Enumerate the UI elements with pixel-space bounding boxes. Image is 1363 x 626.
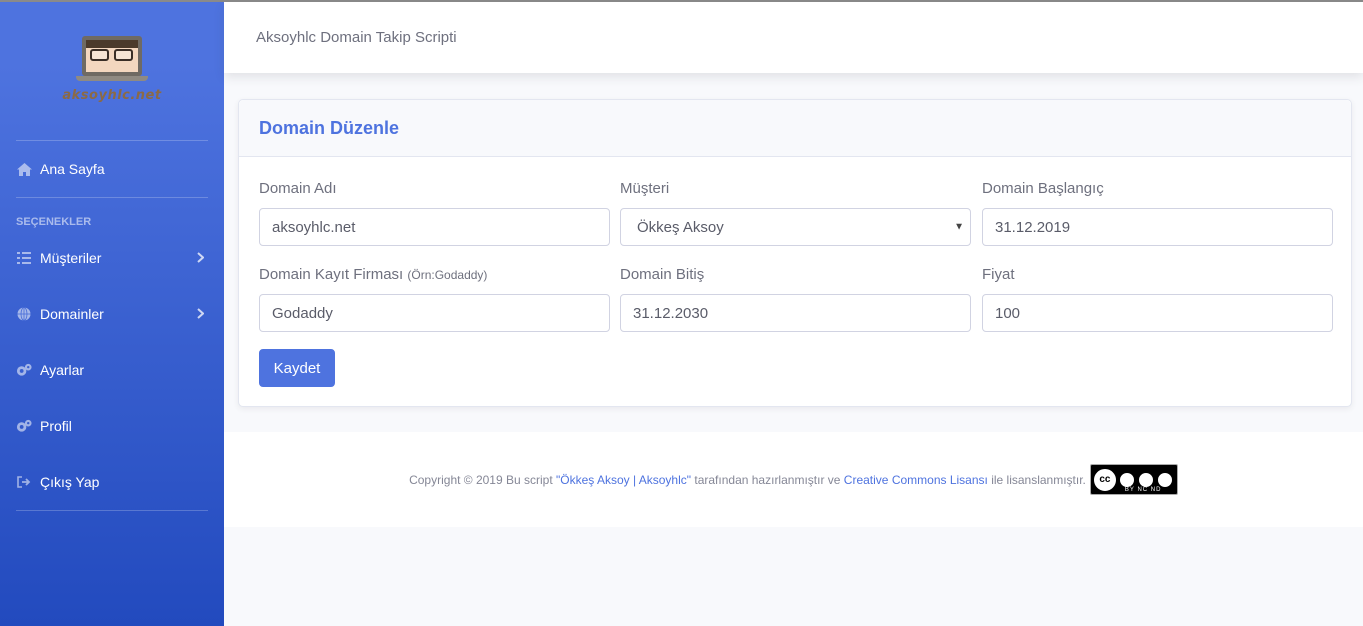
dropdown-caret-icon: ▼ (954, 221, 964, 233)
sidebar-item-label: Çıkış Yap (40, 474, 100, 490)
price-label: Fiyat (982, 266, 1015, 283)
sidebar-item-ayarlar[interactable]: Ayarlar (0, 342, 224, 398)
sidebar-item-domainler[interactable]: Domainler (0, 286, 224, 342)
price-input[interactable]: 100 (982, 294, 1333, 332)
registrar-label: Domain Kayıt Firması (Örn:Godaddy) (259, 266, 610, 283)
card-header: Domain Düzenle (239, 100, 1351, 157)
cogs-icon (16, 363, 32, 377)
end-date-label: Domain Bitiş (620, 266, 705, 283)
end-date-input[interactable]: 31.12.2030 (620, 294, 971, 332)
list-icon (16, 251, 32, 265)
sidebar-item-label: Domainler (40, 306, 104, 322)
customer-selected-value: Ökkeş Aksoy (637, 218, 724, 236)
registrar-value: Godaddy (272, 304, 333, 322)
footer-suffix-text: ile lisanslanmıştır. (987, 472, 1086, 487)
footer-middle-text: tarafından hazırlanmıştır ve (691, 472, 844, 487)
sidebar: aksoyhlc.net Ana Sayfa SEÇENEKLER Müşter… (0, 2, 224, 626)
price-field-group: Fiyat 100 (982, 266, 1333, 332)
sidebar-item-profil[interactable]: Profil (0, 398, 224, 454)
home-icon (16, 162, 32, 176)
author-link[interactable]: "Ökkeş Aksoy | Aksoyhlc" (556, 473, 691, 487)
sign-out-icon (16, 475, 32, 489)
by-icon (1118, 471, 1135, 488)
sidebar-item-label: Profil (40, 418, 72, 434)
nc-icon (1137, 471, 1154, 488)
sidebar-item-label: Ana Sayfa (40, 161, 105, 177)
registrar-input[interactable]: Godaddy (259, 294, 610, 332)
sidebar-heading: SEÇENEKLER (16, 216, 92, 228)
chevron-right-icon (197, 306, 205, 322)
end-date-field-group: Domain Bitiş 31.12.2030 (620, 266, 971, 332)
price-value: 100 (995, 304, 1021, 322)
chevron-right-icon (197, 250, 205, 266)
nd-icon (1156, 471, 1173, 488)
cc-icon: cc (1093, 468, 1116, 491)
logo-image (76, 36, 148, 84)
cogs-icon (16, 419, 32, 433)
copyright-text: Copyright © 2019 Bu script (409, 472, 557, 487)
domain-name-input[interactable]: aksoyhlc.net (259, 208, 610, 246)
globe-icon (16, 307, 32, 321)
creative-commons-badge[interactable]: cc BY NC ND (1089, 464, 1178, 495)
sidebar-divider (16, 510, 208, 511)
brand-logo[interactable]: aksoyhlc.net (0, 2, 224, 140)
customer-label: Müşteri (620, 180, 670, 197)
domain-edit-card: Domain Düzenle Domain Adı aksoyhlc.net M… (238, 99, 1352, 407)
logo-text: aksoyhlc.net (62, 88, 162, 103)
customer-field-group: Müşteri Ökkeş Aksoy ▼ (620, 180, 971, 246)
registrar-hint: (Örn:Godaddy) (407, 268, 488, 282)
start-date-value: 31.12.2019 (995, 218, 1071, 236)
card-title: Domain Düzenle (259, 117, 400, 138)
sidebar-item-label: Müşteriler (40, 250, 102, 266)
sidebar-item-musteriler[interactable]: Müşteriler (0, 230, 224, 286)
registrar-label-text: Domain Kayıt Firması (259, 266, 404, 283)
registrar-field-group: Domain Kayıt Firması (Örn:Godaddy) Godad… (259, 266, 610, 332)
domain-name-value: aksoyhlc.net (272, 218, 356, 236)
page-title: Aksoyhlc Domain Takip Scripti (256, 29, 457, 46)
sidebar-item-label: Ayarlar (40, 362, 85, 378)
domain-name-field-group: Domain Adı aksoyhlc.net (259, 180, 610, 246)
start-date-field-group: Domain Başlangıç 31.12.2019 (982, 180, 1333, 246)
topbar: Aksoyhlc Domain Takip Scripti (224, 2, 1363, 73)
start-date-label: Domain Başlangıç (982, 180, 1104, 197)
sidebar-item-cikis-yap[interactable]: Çıkış Yap (0, 454, 224, 510)
domain-name-label: Domain Adı (259, 180, 337, 197)
customer-select[interactable]: Ökkeş Aksoy ▼ (620, 208, 971, 246)
footer: Copyright © 2019 Bu script "Ökkeş Aksoy … (224, 432, 1363, 527)
save-button[interactable]: Kaydet (259, 349, 335, 387)
start-date-input[interactable]: 31.12.2019 (982, 208, 1333, 246)
end-date-value: 31.12.2030 (633, 304, 709, 322)
sidebar-item-ana-sayfa[interactable]: Ana Sayfa (0, 141, 224, 197)
license-link[interactable]: Creative Commons Lisansı (844, 473, 988, 487)
cc-badge-tags: BY NC ND (1124, 487, 1162, 493)
